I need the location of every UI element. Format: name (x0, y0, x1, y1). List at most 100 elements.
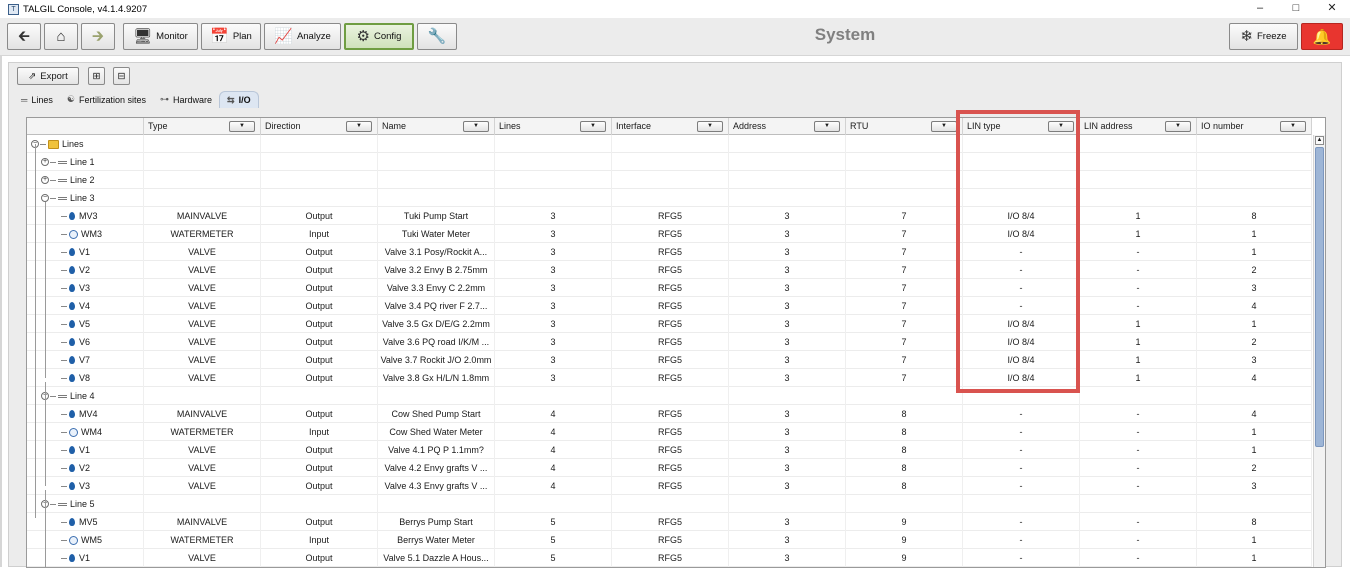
address-cell (729, 171, 846, 189)
lin-address-cell: 1 (1080, 315, 1197, 333)
back-button[interactable]: 🡰 (7, 23, 41, 50)
tree-node-device[interactable]: V6 (61, 333, 90, 351)
tree-root-row[interactable]: −Lines (27, 135, 1312, 153)
header-io-number-col[interactable]: IO number ▼ (1197, 118, 1312, 135)
expand-toggle-icon[interactable]: + (41, 176, 49, 184)
maximize-icon[interactable]: □ (1278, 0, 1314, 18)
tree-node-device[interactable]: V3 (61, 477, 90, 495)
home-button[interactable]: ⌂ (44, 23, 78, 50)
monitor-button[interactable]: 🖥 Monitor (123, 23, 198, 50)
line-group-row[interactable]: −Line 5 (27, 495, 1312, 513)
line-group-row[interactable]: −Line 4 (27, 387, 1312, 405)
device-row[interactable]: VALVE Output Valve 3.2 Envy B 2.75mm 3 RFG5 3… (27, 261, 1312, 279)
device-row[interactable]: VALVE Output Valve 5.1 Dazzle A Hous... 5 RF… (27, 549, 1312, 567)
device-row[interactable]: MAINVALVE Output Cow Shed Pump Start 4 RFG5 3… (27, 405, 1312, 423)
tab-hardware[interactable]: ⊶ Hardware (153, 91, 219, 108)
tree-node-device[interactable]: V3 (61, 279, 90, 297)
device-row[interactable]: VALVE Output Valve 4.2 Envy grafts V ... 4 R… (27, 459, 1312, 477)
device-row[interactable]: VALVE Output Valve 3.5 Gx D/E/G 2.2mm 3 RFG5… (27, 315, 1312, 333)
collapse-all-button[interactable]: ⊟ (113, 67, 130, 85)
device-row[interactable]: VALVE Output Valve 4.3 Envy grafts V ... 4 R… (27, 477, 1312, 495)
lines-cell: 4 (495, 477, 612, 495)
tree-node-device[interactable]: V1 (61, 243, 90, 261)
header-lin-type-col[interactable]: LIN type ▼ (963, 118, 1080, 135)
freeze-button[interactable]: ❄ Freeze (1229, 23, 1298, 50)
plan-button[interactable]: 📅 Plan (201, 23, 261, 50)
forward-button[interactable]: 🡲 (81, 23, 115, 50)
tree-node-lines[interactable]: −Lines (31, 135, 84, 153)
tree-node-line[interactable]: −Line 5 (41, 495, 95, 513)
header-direction-col[interactable]: Direction ▼ (261, 118, 378, 135)
analyze-button[interactable]: 📈 Analyze (264, 23, 341, 50)
tree-node-line[interactable]: − Line 3 (41, 189, 95, 207)
column-filter-dropdown[interactable]: ▼ (580, 121, 606, 132)
tree-node-line[interactable]: −Line 4 (41, 387, 95, 405)
line-group-row[interactable]: + Line 2 (27, 171, 1312, 189)
export-button[interactable]: ⇗ Export (17, 67, 79, 85)
grid-cell (846, 135, 963, 153)
tree-node-device[interactable]: WM3 (61, 225, 102, 243)
tab-lines[interactable]: ═ Lines (14, 91, 60, 108)
device-row[interactable]: MAINVALVE Output Berrys Pump Start 5 RFG5 3 9-… (27, 513, 1312, 531)
device-row[interactable]: VALVE Output Valve 4.1 PQ P 1.1mm? 4 RFG5 3 8-… (27, 441, 1312, 459)
column-filter-dropdown[interactable]: ▼ (1280, 121, 1306, 132)
column-filter-dropdown[interactable]: ▼ (697, 121, 723, 132)
tree-node-device[interactable]: MV5 (61, 513, 98, 531)
minimize-icon[interactable]: – (1242, 0, 1278, 18)
tree-node-device[interactable]: V1 (61, 549, 90, 567)
device-row[interactable]: VALVE Output Valve 3.4 PQ river F 2.7... 3 R… (27, 297, 1312, 315)
line-group-row[interactable]: + Line 1 (27, 153, 1312, 171)
tools-button[interactable]: 🔧 (417, 23, 457, 50)
alarm-button[interactable]: 🔔 (1301, 23, 1343, 50)
scroll-thumb[interactable] (1315, 147, 1324, 447)
close-icon[interactable]: ✕ (1314, 0, 1350, 18)
column-filter-dropdown[interactable]: ▼ (931, 121, 957, 132)
column-filter-dropdown[interactable]: ▼ (1165, 121, 1191, 132)
device-row[interactable]: VALVE Output Valve 3.6 PQ road I/K/M ... 3 R… (27, 333, 1312, 351)
tree-node-device[interactable]: V5 (61, 315, 90, 333)
header-address-col[interactable]: Address ▼ (729, 118, 846, 135)
device-row[interactable]: WATERMETER Input Berrys Water Meter 5 RFG5 3 9… (27, 531, 1312, 549)
header-lin-address-col[interactable]: LIN address ▼ (1080, 118, 1197, 135)
column-filter-dropdown[interactable]: ▼ (229, 121, 255, 132)
header-interface-col[interactable]: Interface ▼ (612, 118, 729, 135)
line-group-row[interactable]: − Line 3 (27, 189, 1312, 207)
device-row[interactable]: MAINVALVE Output Tuki Pump Start 3 RFG5 3 7 I/O… (27, 207, 1312, 225)
column-filter-dropdown[interactable]: ▼ (463, 121, 489, 132)
config-button[interactable]: ⚙ Config (344, 23, 414, 50)
column-filter-dropdown[interactable]: ▼ (814, 121, 840, 132)
tree-connector (61, 269, 67, 271)
tree-node-device[interactable]: MV3 (61, 207, 98, 225)
expand-toggle-icon[interactable]: + (41, 158, 49, 166)
tree-node-device[interactable]: V1 (61, 441, 90, 459)
scroll-up-icon[interactable]: ▲ (1315, 136, 1324, 145)
tree-node-device[interactable]: MV4 (61, 405, 98, 423)
header-rtu-col[interactable]: RTU ▼ (846, 118, 963, 135)
tree-node-line[interactable]: + Line 1 (41, 153, 95, 171)
tab-io[interactable]: ⇆ I/O (219, 91, 259, 108)
tree-node-line[interactable]: + Line 2 (41, 171, 95, 189)
device-row[interactable]: VALVE Output Valve 3.7 Rockit J/O 2.0mm 3 RF… (27, 351, 1312, 369)
device-row[interactable]: WATERMETER Input Cow Shed Water Meter 4 RFG5… (27, 423, 1312, 441)
expand-all-button[interactable]: ⊞ (88, 67, 105, 85)
tree-node-device[interactable]: V8 (61, 369, 90, 387)
header-lines-col[interactable]: Lines ▼ (495, 118, 612, 135)
header-name-col[interactable]: Name ▼ (378, 118, 495, 135)
device-row[interactable]: VALVE Output Valve 3.1 Posy/Rockit A... 3 RF… (27, 243, 1312, 261)
collapse-toggle-icon[interactable]: − (41, 194, 49, 202)
tree-node-device[interactable]: V2 (61, 261, 90, 279)
vertical-scrollbar[interactable]: ▲ (1313, 135, 1325, 567)
column-filter-dropdown[interactable]: ▼ (1048, 121, 1074, 132)
header-type-col[interactable]: Type ▼ (144, 118, 261, 135)
tree-node-device[interactable]: V2 (61, 459, 90, 477)
header-label: LIN address (1084, 121, 1133, 131)
tab-fertilization-sites[interactable]: ☯ Fertilization sites (60, 91, 153, 108)
tree-node-device[interactable]: V4 (61, 297, 90, 315)
device-row[interactable]: WATERMETER Input Tuki Water Meter 3 RFG5 3 7 I/… (27, 225, 1312, 243)
device-row[interactable]: VALVE Output Valve 3.3 Envy C 2.2mm 3 RFG5 3 7… (27, 279, 1312, 297)
device-row[interactable]: VALVE Output Valve 3.8 Gx H/L/N 1.8mm 3 RFG5… (27, 369, 1312, 387)
tree-node-device[interactable]: V7 (61, 351, 90, 369)
tree-node-device[interactable]: WM4 (61, 423, 102, 441)
column-filter-dropdown[interactable]: ▼ (346, 121, 372, 132)
tree-node-device[interactable]: WM5 (61, 531, 102, 549)
